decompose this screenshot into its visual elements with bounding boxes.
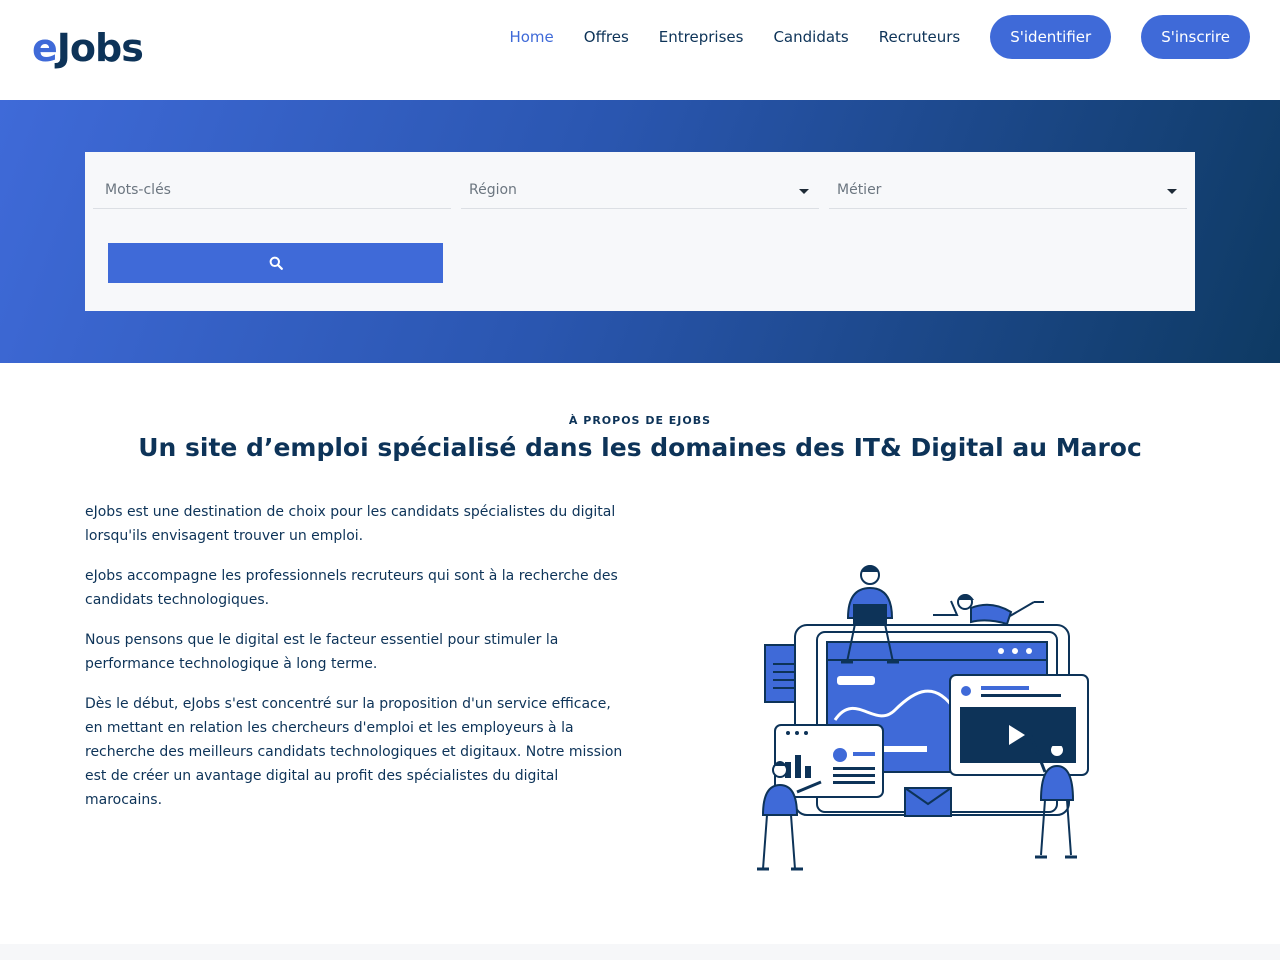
- person-lying: [933, 594, 1044, 626]
- login-button[interactable]: S'identifier: [990, 15, 1112, 59]
- ejobs-logo[interactable]: eJobs: [32, 24, 144, 72]
- metier-placeholder: Métier: [837, 182, 882, 198]
- nav-entreprises[interactable]: Entreprises: [659, 28, 744, 46]
- footer-strip: [0, 944, 1280, 960]
- nav-home[interactable]: Home: [509, 28, 553, 46]
- logo-prefix: e: [32, 26, 58, 70]
- about-text: eJobs est une destination de choix pour …: [85, 500, 630, 828]
- chevron-down-icon: [1167, 189, 1177, 194]
- search-card: Mots-clés Région Métier: [85, 152, 1195, 311]
- video-window: [949, 674, 1089, 776]
- about-paragraph-1: eJobs est une destination de choix pour …: [85, 504, 616, 544]
- hero-banner: Mots-clés Région Métier: [0, 100, 1280, 363]
- keywords-input[interactable]: Mots-clés: [93, 172, 451, 209]
- nav-candidats[interactable]: Candidats: [773, 28, 848, 46]
- about-paragraph-2: eJobs accompagne les professionnels recr…: [85, 568, 618, 608]
- chevron-down-icon: [799, 189, 809, 194]
- signup-button[interactable]: S'inscrire: [1141, 15, 1250, 59]
- nav-offres[interactable]: Offres: [584, 28, 629, 46]
- section-eyebrow: À PROPOS DE EJOBS: [568, 414, 712, 427]
- about-paragraph-4: Dès le début, eJobs s'est concentré sur …: [85, 696, 623, 808]
- team-digital-illustration: [757, 565, 1089, 871]
- section-title: Un site d’emploi spécialisé dans les dom…: [138, 433, 1142, 462]
- logo-rest: Jobs: [56, 26, 144, 70]
- main-nav: Home Offres Entreprises Candidats Recrut…: [479, 15, 1250, 59]
- search-button[interactable]: [108, 243, 443, 283]
- nav-recruteurs[interactable]: Recruteurs: [879, 28, 961, 46]
- region-select[interactable]: Région: [461, 172, 819, 209]
- region-placeholder: Région: [469, 182, 517, 198]
- metier-select[interactable]: Métier: [829, 172, 1187, 209]
- site-header: eJobs Home Offres Entreprises Candidats …: [0, 0, 1280, 100]
- keywords-placeholder: Mots-clés: [105, 182, 171, 198]
- analytics-window: [774, 724, 884, 798]
- search-icon: [269, 256, 283, 270]
- about-paragraph-3: Nous pensons que le digital est le facte…: [85, 632, 559, 672]
